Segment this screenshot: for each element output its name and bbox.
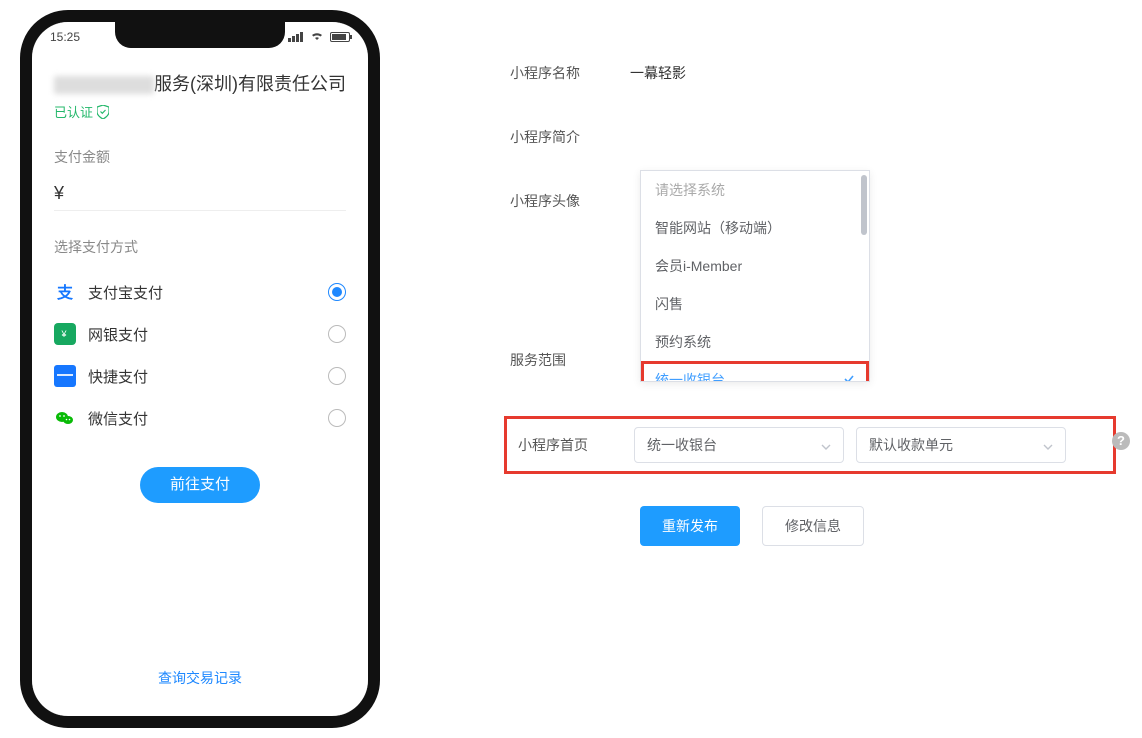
label-service-scope: 服务范围 xyxy=(510,350,640,370)
amount-label: 支付金额 xyxy=(54,147,346,167)
bank-shield-icon: ¥ xyxy=(54,323,76,345)
row-service-scope: 服务范围 xyxy=(510,350,640,370)
transaction-history-link[interactable]: 查询交易记录 xyxy=(32,668,368,688)
shield-icon xyxy=(97,105,109,119)
currency-symbol: ¥ xyxy=(54,183,64,203)
company-name-redacted xyxy=(54,76,154,94)
dropdown-option[interactable]: 预约系统 xyxy=(641,323,869,361)
row-app-name: 小程序名称 一幕轻影 xyxy=(510,50,1130,96)
label-app-avatar: 小程序头像 xyxy=(510,191,630,211)
miniprogram-form: 小程序名称 一幕轻影 小程序简介 小程序头像 请选择系统 智能网站（移动端） 会… xyxy=(510,50,1130,354)
radio-checked-icon xyxy=(328,283,346,301)
radio-unchecked-icon xyxy=(328,409,346,427)
wechat-icon xyxy=(54,407,76,429)
row-app-intro: 小程序简介 xyxy=(510,114,1130,160)
homepage-system-select[interactable]: 统一收银台 xyxy=(634,427,844,463)
svg-text:¥: ¥ xyxy=(61,329,68,339)
dropdown-placeholder[interactable]: 请选择系统 xyxy=(641,171,869,209)
select-value: 统一收银台 xyxy=(647,435,717,455)
homepage-unit-select[interactable]: 默认收款单元 xyxy=(856,427,1066,463)
amount-input[interactable]: ¥ xyxy=(54,183,346,211)
select-value: 默认收款单元 xyxy=(869,435,953,455)
form-actions: 重新发布 修改信息 xyxy=(640,506,864,546)
payment-option-alipay[interactable]: 支 支付宝支付 xyxy=(54,271,346,313)
help-icon[interactable]: ? xyxy=(1112,432,1130,450)
system-dropdown-panel[interactable]: 请选择系统 智能网站（移动端） 会员i-Member 闪售 预约系统 统一收银台 xyxy=(640,170,870,382)
payment-option-quickpay[interactable]: 快捷支付 xyxy=(54,355,346,397)
dropdown-option-selected[interactable]: 统一收银台 xyxy=(641,361,869,381)
value-app-name: 一幕轻影 xyxy=(630,63,686,83)
alipay-icon: 支 xyxy=(54,281,76,303)
svg-text:支: 支 xyxy=(56,283,74,302)
battery-icon xyxy=(330,32,350,42)
chevron-down-icon xyxy=(821,437,831,453)
payment-option-unionpay[interactable]: ¥ 网银支付 xyxy=(54,313,346,355)
payment-method-list: 支 支付宝支付 ¥ 网银支付 xyxy=(54,271,346,439)
label-homepage: 小程序首页 xyxy=(512,435,622,455)
radio-unchecked-icon xyxy=(328,325,346,343)
verified-badge: 已认证 xyxy=(54,102,346,121)
row-homepage: 小程序首页 统一收银台 默认收款单元 xyxy=(510,422,1110,468)
cellular-icon xyxy=(288,32,304,42)
dropdown-option[interactable]: 智能网站（移动端） xyxy=(641,209,869,247)
card-icon xyxy=(54,365,76,387)
go-pay-button[interactable]: 前往支付 xyxy=(140,467,260,503)
dropdown-scrollbar[interactable] xyxy=(861,175,867,235)
label-app-name: 小程序名称 xyxy=(510,63,630,83)
wifi-icon xyxy=(310,30,324,44)
label-app-intro: 小程序简介 xyxy=(510,127,630,147)
company-name: 服务(深圳)有限责任公司 xyxy=(54,70,346,96)
payment-option-label: 支付宝支付 xyxy=(88,282,163,303)
verified-text: 已认证 xyxy=(54,102,93,121)
phone-mockup: 15:25 服务(深圳)有限责任公司 已认证 支付金额 ¥ xyxy=(20,10,380,728)
phone-notch xyxy=(115,22,285,48)
dropdown-option[interactable]: 闪售 xyxy=(641,285,869,323)
payment-option-wechat[interactable]: 微信支付 xyxy=(54,397,346,439)
phone-screen: 15:25 服务(深圳)有限责任公司 已认证 支付金额 ¥ xyxy=(32,22,368,716)
payment-method-label: 选择支付方式 xyxy=(54,237,346,257)
dropdown-option[interactable]: 会员i-Member xyxy=(641,247,869,285)
payment-option-label: 网银支付 xyxy=(88,324,148,345)
republish-button[interactable]: 重新发布 xyxy=(640,506,740,546)
radio-unchecked-icon xyxy=(328,367,346,385)
status-time: 15:25 xyxy=(50,30,80,44)
chevron-down-icon xyxy=(1043,437,1053,453)
check-icon xyxy=(843,372,855,381)
edit-info-button[interactable]: 修改信息 xyxy=(762,506,864,546)
payment-option-label: 快捷支付 xyxy=(88,366,148,387)
payment-option-label: 微信支付 xyxy=(88,408,148,429)
